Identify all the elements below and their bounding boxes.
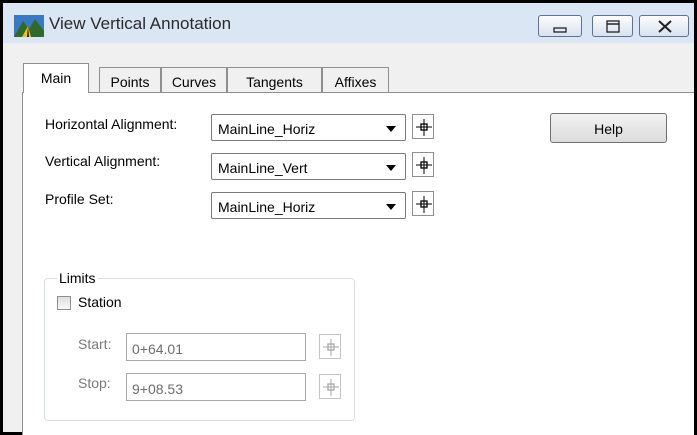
stop-pick-button[interactable] (319, 374, 341, 399)
vertical-alignment-value: MainLine_Vert (218, 160, 308, 176)
start-label: Start: (78, 336, 112, 352)
station-checkbox[interactable] (57, 296, 71, 310)
tab-main[interactable]: Main (23, 63, 89, 93)
crosshair-pick-icon (416, 119, 432, 136)
profile-set-select[interactable]: MainLine_Horiz (211, 192, 406, 219)
help-button[interactable]: Help (550, 113, 667, 143)
limits-group-title: Limits (57, 270, 98, 286)
start-station-field[interactable]: 0+64.01 (126, 333, 306, 361)
crosshair-pick-icon (416, 157, 432, 174)
maximize-button[interactable] (592, 15, 633, 37)
crosshair-pick-icon (323, 339, 339, 356)
stop-label: Stop: (78, 375, 111, 391)
profile-set-label: Profile Set: (45, 191, 114, 207)
close-icon (658, 20, 672, 33)
close-button[interactable] (639, 15, 689, 37)
window-title: View Vertical Annotation (49, 14, 232, 33)
vertical-alignment-label: Vertical Alignment: (45, 153, 161, 169)
horizontal-alignment-value: MainLine_Horiz (218, 121, 316, 137)
horizontal-alignment-pick-button[interactable] (412, 114, 434, 139)
road-profile-icon (14, 15, 44, 37)
vertical-alignment-select[interactable]: MainLine_Vert (211, 153, 406, 180)
tab-tangents[interactable]: Tangents (227, 67, 322, 92)
crosshair-pick-icon (416, 196, 432, 213)
start-pick-button[interactable] (319, 334, 341, 359)
stop-station-field[interactable]: 9+08.53 (126, 373, 306, 401)
profile-set-pick-button[interactable] (412, 191, 434, 216)
tab-points[interactable]: Points (99, 67, 161, 92)
minimize-icon (553, 27, 567, 33)
maximize-icon (606, 20, 620, 33)
title-bar[interactable]: View Vertical Annotation (3, 3, 694, 43)
minimize-button[interactable] (538, 15, 582, 37)
horizontal-alignment-label: Horizontal Alignment: (45, 116, 178, 132)
station-label: Station (78, 294, 122, 310)
crosshair-pick-icon (323, 379, 339, 396)
chevron-down-icon (386, 204, 396, 210)
tab-curves[interactable]: Curves (161, 67, 227, 92)
limits-group: Limits Station Start: 0+64.01 Stop: 9+08… (44, 270, 355, 421)
horizontal-alignment-select[interactable]: MainLine_Horiz (211, 114, 406, 141)
tab-affixes[interactable]: Affixes (322, 67, 389, 92)
dialog-window: View Vertical Annotation Main Points Cur… (0, 0, 697, 435)
profile-set-value: MainLine_Horiz (218, 199, 316, 215)
vertical-alignment-pick-button[interactable] (412, 152, 434, 177)
chevron-down-icon (386, 165, 396, 171)
chevron-down-icon (386, 126, 396, 132)
